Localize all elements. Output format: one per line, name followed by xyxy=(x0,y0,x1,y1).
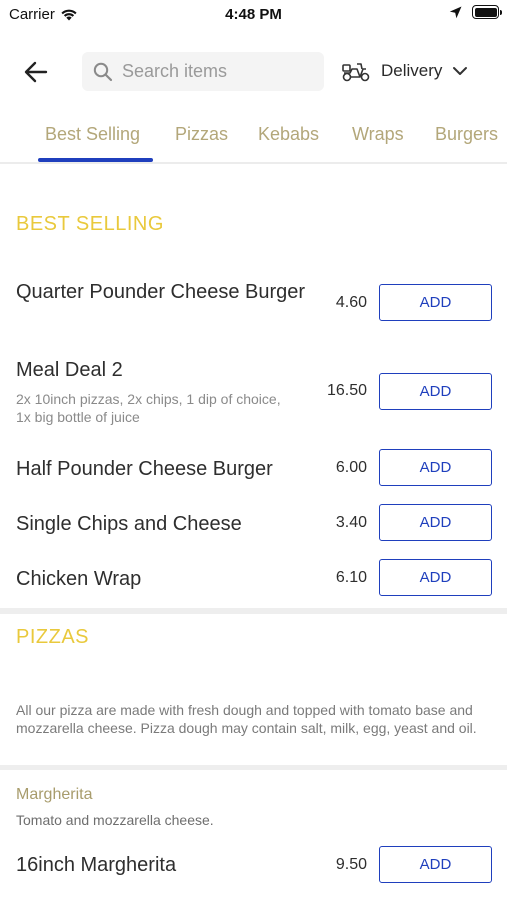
section-divider xyxy=(0,608,507,614)
item-price: 9.50 xyxy=(335,856,367,873)
add-button[interactable]: ADD xyxy=(379,504,492,541)
add-button[interactable]: ADD xyxy=(379,284,492,321)
back-arrow-icon xyxy=(24,61,48,83)
item-name: Meal Deal 2 xyxy=(16,359,123,381)
section-title-best-selling: BEST SELLING xyxy=(16,213,164,235)
item-price: 4.60 xyxy=(335,294,367,311)
scooter-icon xyxy=(342,63,370,82)
tab-pizzas[interactable]: Pizzas xyxy=(175,124,228,145)
subsection-divider xyxy=(0,765,507,770)
tab-burgers[interactable]: Burgers xyxy=(435,124,498,145)
subsection-title-margherita: Margherita xyxy=(16,786,93,803)
add-button[interactable]: ADD xyxy=(379,559,492,596)
search-bar[interactable] xyxy=(82,52,324,91)
tab-wraps[interactable]: Wraps xyxy=(352,124,404,145)
header: Delivery xyxy=(0,48,507,94)
status-time: 4:48 PM xyxy=(225,6,282,23)
subsection-description: Tomato and mozzarella cheese. xyxy=(16,812,214,828)
section-description: All our pizza are made with fresh dough … xyxy=(16,702,477,736)
item-name: Half Pounder Cheese Burger xyxy=(16,458,273,480)
category-tabs: Best Selling Pizzas Kebabs Wraps Burgers xyxy=(0,116,507,164)
location-arrow-icon xyxy=(449,6,462,18)
add-button[interactable]: ADD xyxy=(379,373,492,410)
section-title-pizzas: PIZZAS xyxy=(16,626,90,648)
delivery-selector[interactable]: Delivery xyxy=(341,56,468,86)
item-name: Chicken Wrap xyxy=(16,568,142,590)
item-price: 16.50 xyxy=(326,382,367,399)
item-name: Quarter Pounder Cheese Burger xyxy=(16,281,306,303)
item-price: 3.40 xyxy=(335,514,367,531)
active-tab-indicator xyxy=(38,158,153,162)
item-description: 2x 10inch pizzas, 2x chips, 1 dip of cho… xyxy=(16,391,281,425)
item-price: 6.00 xyxy=(335,459,367,476)
chevron-down-icon xyxy=(453,67,468,75)
add-button[interactable]: ADD xyxy=(379,449,492,486)
tab-kebabs[interactable]: Kebabs xyxy=(258,124,319,145)
tab-best-selling[interactable]: Best Selling xyxy=(45,124,140,145)
delivery-label: Delivery xyxy=(381,61,443,80)
status-bar: Carrier 4:48 PM xyxy=(0,0,507,30)
item-name: 16inch Margherita xyxy=(16,854,177,876)
item-price: 6.10 xyxy=(335,569,367,586)
search-input[interactable] xyxy=(122,61,312,82)
search-icon xyxy=(92,61,114,83)
battery-icon xyxy=(472,5,502,19)
status-right xyxy=(449,5,502,19)
add-button[interactable]: ADD xyxy=(379,846,492,883)
back-button[interactable] xyxy=(20,58,52,86)
item-name: Single Chips and Cheese xyxy=(16,513,242,535)
